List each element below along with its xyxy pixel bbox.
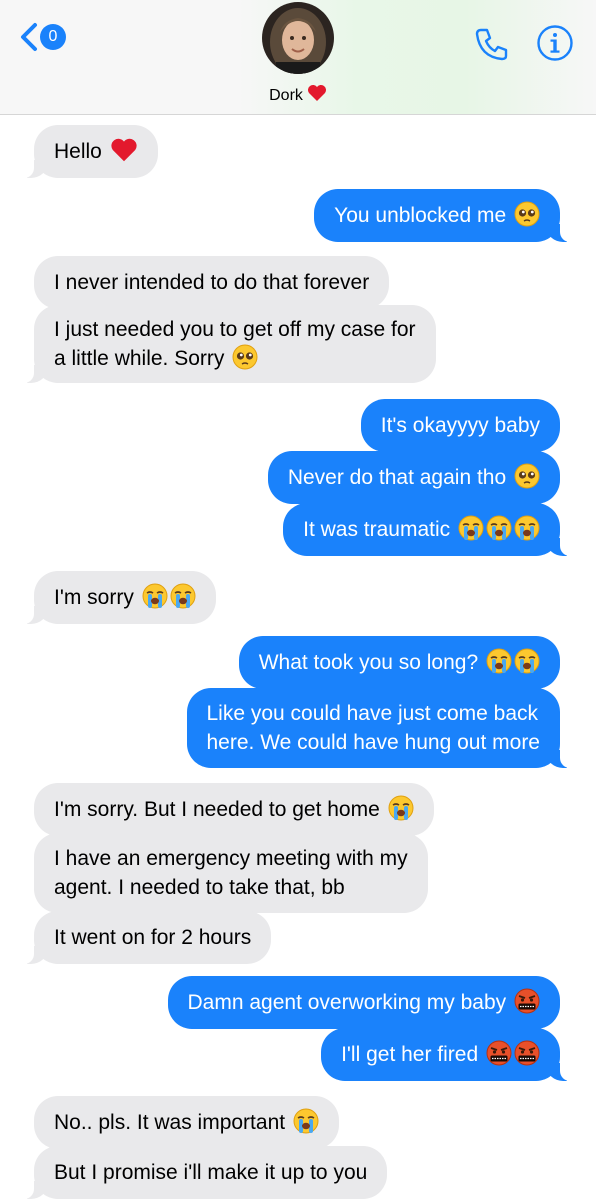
message-outgoing[interactable]: Never do that again tho bbox=[267, 451, 560, 504]
message-outgoing[interactable]: What took you so long? bbox=[238, 636, 560, 689]
contact-name-text: Dork bbox=[269, 87, 303, 104]
pleading-face-icon bbox=[232, 344, 258, 370]
contact-name[interactable]: Dork bbox=[0, 84, 596, 107]
message-incoming[interactable]: I'm sorry bbox=[8, 571, 216, 624]
message-incoming[interactable]: But I promise i'll make it up to you bbox=[7, 1146, 388, 1199]
message-text: You unblocked me bbox=[334, 204, 507, 227]
message-incoming[interactable]: It went on for 2 hours bbox=[7, 911, 272, 964]
message-text: It's okayyyy baby bbox=[380, 414, 540, 437]
message-incoming[interactable]: Hello bbox=[8, 125, 158, 178]
loudly-crying-face-icon bbox=[170, 583, 196, 609]
loudly-crying-face-icon bbox=[486, 515, 512, 541]
chevron-left-icon bbox=[20, 22, 38, 52]
loudly-crying-face-icon bbox=[514, 515, 540, 541]
red-heart-icon bbox=[110, 137, 138, 163]
loudly-crying-face-icon bbox=[293, 1108, 319, 1134]
unread-count-badge: 0 bbox=[40, 24, 66, 50]
message-incoming[interactable]: I never intended to do that forever bbox=[34, 256, 390, 309]
message-text: But I promise i'll make it up to you bbox=[54, 1161, 368, 1184]
message-text-line: Like you could have just come back bbox=[206, 702, 539, 725]
message-text: I'm sorry. But I needed to get home bbox=[54, 798, 380, 821]
message-text: I'm sorry bbox=[54, 586, 134, 609]
message-text: It went on for 2 hours bbox=[54, 926, 252, 949]
message-text: I'll get her fired bbox=[341, 1043, 479, 1066]
message-text: It was traumatic bbox=[303, 518, 451, 541]
message-outgoing[interactable]: Damn agent overworking my baby bbox=[167, 976, 560, 1029]
face-with-symbols-on-mouth-icon bbox=[486, 1040, 512, 1066]
back-button[interactable]: 0 bbox=[20, 22, 66, 52]
face-with-symbols-on-mouth-icon bbox=[514, 1040, 540, 1066]
message-outgoing[interactable]: Like you could have just come back here.… bbox=[186, 688, 586, 768]
message-text: No.. pls. It was important bbox=[54, 1111, 286, 1134]
message-text: Hello bbox=[54, 140, 102, 163]
message-outgoing[interactable]: You unblocked me bbox=[314, 189, 586, 242]
face-with-symbols-on-mouth-icon bbox=[514, 988, 540, 1014]
message-incoming[interactable]: I just needed you to get off my case for… bbox=[8, 305, 436, 383]
loudly-crying-face-icon bbox=[458, 515, 484, 541]
message-text-line: here. We could have hung out more bbox=[206, 731, 541, 754]
message-text-line: I just needed you to get off my case for bbox=[54, 318, 416, 341]
message-outgoing[interactable]: I'll get her fired bbox=[321, 1028, 586, 1081]
message-text: I never intended to do that forever bbox=[54, 271, 370, 294]
message-incoming[interactable]: I have an emergency meeting with my agen… bbox=[34, 833, 428, 913]
message-text: Damn agent overworking my baby bbox=[187, 991, 507, 1014]
message-text: Never do that again tho bbox=[287, 466, 507, 489]
message-outgoing[interactable]: It was traumatic bbox=[283, 503, 586, 556]
message-text-line: agent. I needed to take that, bb bbox=[54, 876, 345, 899]
pleading-face-icon bbox=[514, 201, 540, 227]
info-icon[interactable] bbox=[536, 24, 574, 67]
loudly-crying-face-icon bbox=[142, 583, 168, 609]
red-heart-icon bbox=[307, 84, 327, 107]
loudly-crying-face-icon bbox=[486, 648, 512, 674]
message-outgoing[interactable]: It's okayyyy baby bbox=[360, 399, 560, 452]
message-text-line: I have an emergency meeting with my bbox=[54, 847, 408, 870]
message-incoming[interactable]: I'm sorry. But I needed to get home bbox=[34, 783, 434, 836]
loudly-crying-face-icon bbox=[388, 795, 414, 821]
contact-avatar[interactable] bbox=[262, 2, 334, 74]
pleading-face-icon bbox=[514, 463, 540, 489]
phone-call-icon[interactable] bbox=[472, 24, 512, 69]
message-incoming[interactable]: No.. pls. It was important bbox=[34, 1096, 339, 1149]
message-text: What took you so long? bbox=[258, 651, 479, 674]
loudly-crying-face-icon bbox=[514, 648, 540, 674]
conversation-header: 0 Dork bbox=[0, 0, 596, 115]
message-text-line: a little while. Sorry bbox=[54, 347, 225, 370]
